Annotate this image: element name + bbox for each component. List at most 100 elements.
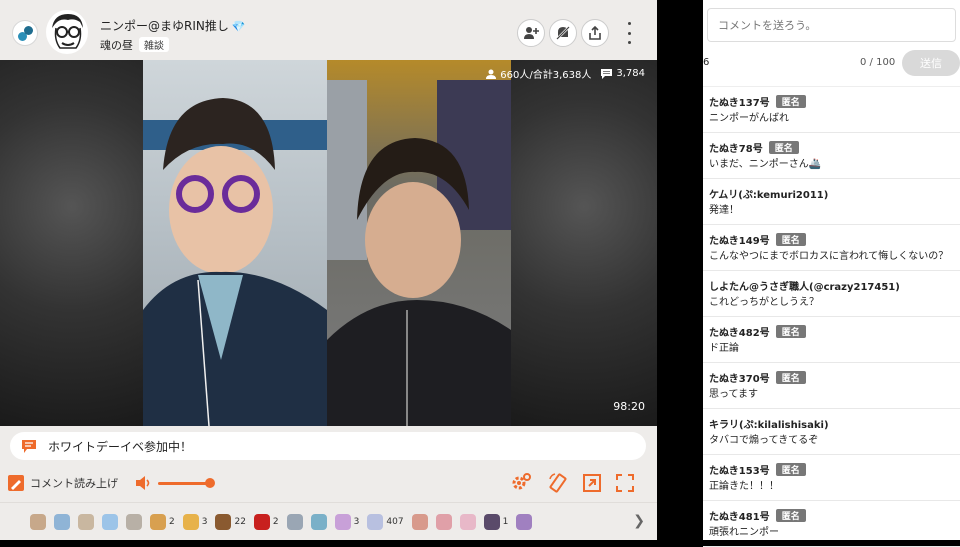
viewer-icon bbox=[486, 69, 497, 79]
rotate-screen-icon bbox=[549, 473, 567, 493]
gift-item[interactable] bbox=[310, 513, 327, 530]
comment-header: ケムリ(ぷ:kemuri2011) bbox=[709, 186, 954, 201]
side-number: 6 bbox=[703, 57, 710, 68]
comment-item[interactable]: キラリ(ぷ:kilalishisaki) タバコで煽ってきてるぞ bbox=[703, 409, 960, 455]
comment-header: しよたん@うさぎ職人(@crazy217451) bbox=[709, 278, 954, 293]
follow-button[interactable] bbox=[517, 19, 545, 47]
gift-item[interactable]: 3 bbox=[182, 513, 208, 530]
tts-toggle[interactable]: コメント読み上げ bbox=[8, 475, 118, 491]
settings-button[interactable] bbox=[511, 473, 531, 493]
volume-slider-handle[interactable] bbox=[205, 478, 215, 488]
comment-username[interactable]: たぬき149号 bbox=[709, 232, 770, 247]
event-info-bar[interactable]: ホワイトデーイベ参加中！ bbox=[10, 432, 646, 460]
comment-username[interactable]: たぬき481号 bbox=[709, 508, 770, 523]
rotate-button[interactable] bbox=[548, 473, 568, 493]
comment-item[interactable]: たぬき137号 匿名 ニンポーがんばれ bbox=[703, 87, 960, 133]
popout-button[interactable] bbox=[582, 473, 602, 493]
gift-item[interactable]: 407 bbox=[367, 513, 404, 530]
gift-item[interactable] bbox=[459, 513, 476, 530]
comment-username[interactable]: たぬき370号 bbox=[709, 370, 770, 385]
gift-icon bbox=[435, 513, 452, 530]
broadcast-title[interactable]: ニンポー@まゆRIN推し 💎 bbox=[100, 17, 246, 34]
gift-count: 1 bbox=[502, 516, 509, 527]
gift-count: 22 bbox=[234, 516, 246, 527]
gift-count: 2 bbox=[169, 516, 175, 527]
gift-item[interactable] bbox=[411, 513, 428, 530]
comment-icon bbox=[601, 68, 613, 79]
comment-item[interactable]: ケムリ(ぷ:kemuri2011) 発達！ bbox=[703, 179, 960, 225]
anonymous-badge: 匿名 bbox=[775, 325, 806, 338]
comment-text: これどっちがとしうえ？ bbox=[709, 297, 819, 308]
broadcast-title-text: ニンポー@まゆRIN推し bbox=[100, 19, 229, 33]
comment-username[interactable]: たぬき153号 bbox=[709, 462, 770, 477]
comment-username[interactable]: ケムリ(ぷ:kemuri2011) bbox=[709, 186, 828, 201]
comment-username[interactable]: しよたん@うさぎ職人(@crazy217451) bbox=[709, 278, 900, 293]
popout-icon bbox=[583, 474, 601, 492]
comment-username[interactable]: たぬき78号 bbox=[709, 140, 763, 155]
gift-icon bbox=[310, 513, 327, 530]
divider bbox=[657, 0, 703, 540]
gift-item[interactable] bbox=[102, 513, 118, 530]
viewer-count: 660人/合計3,638人 bbox=[486, 66, 591, 81]
fullscreen-icon bbox=[616, 474, 634, 492]
comment-item[interactable]: たぬき153号 匿名正論きた！！！ bbox=[703, 455, 960, 501]
fullscreen-button[interactable] bbox=[615, 473, 635, 493]
gift-item[interactable]: 1 bbox=[483, 513, 509, 530]
comment-header: たぬき153号 匿名 bbox=[709, 462, 954, 477]
broadcast-subtitle: 魂の昼 雑談 bbox=[100, 37, 169, 53]
gift-item[interactable]: 2 bbox=[253, 513, 279, 530]
gift-icon bbox=[411, 513, 428, 530]
comment-item[interactable]: たぬき149号 匿名 こんなやつにまでボロカスに言われて悔しくないの？ bbox=[703, 225, 960, 271]
comment-item[interactable]: たぬき482号 匿名 ド正論 bbox=[703, 317, 960, 363]
comment-input[interactable] bbox=[707, 8, 956, 42]
char-counter: 0 / 100 bbox=[860, 57, 896, 68]
gift-item[interactable]: 2 bbox=[150, 513, 175, 530]
gift-item[interactable] bbox=[78, 513, 94, 530]
subtitle-text: 魂の昼 bbox=[100, 39, 133, 52]
gift-item[interactable] bbox=[30, 513, 46, 530]
gift-count: 3 bbox=[201, 516, 208, 527]
comment-item[interactable]: しよたん@うさぎ職人(@crazy217451) これどっちがとしうえ？ bbox=[703, 271, 960, 317]
gift-next-arrow-icon[interactable]: ❯ bbox=[633, 513, 645, 529]
comment-list[interactable]: たぬき137号 匿名 ニンポーがんばれ たぬき78号 匿名 いまだ、ニンポーさん🚢 ケムリ(… bbox=[703, 86, 960, 547]
comment-item[interactable]: たぬき78号 匿名 いまだ、ニンポーさん🚢 bbox=[703, 133, 960, 179]
comment-item[interactable]: たぬき370号 匿名 思ってます bbox=[703, 363, 960, 409]
gift-icon bbox=[215, 513, 232, 530]
comment-text: 正論きた！！！ bbox=[709, 481, 779, 492]
gift-item[interactable] bbox=[126, 513, 142, 530]
send-button[interactable]: 送信 bbox=[902, 50, 960, 76]
comment-header: たぬき149号 匿名 bbox=[709, 232, 954, 247]
brand-logo-icon[interactable] bbox=[12, 20, 38, 46]
camera-feed-right bbox=[327, 60, 511, 426]
event-info-text: ホワイトデーイベ参加中！ bbox=[48, 439, 193, 454]
video-player[interactable]: 660人/合計3,638人 3,784 98:20 bbox=[0, 60, 657, 426]
gift-item[interactable] bbox=[435, 513, 452, 530]
comment-item[interactable]: たぬき481号 匿名頑張れニンポー bbox=[703, 501, 960, 547]
gift-item[interactable] bbox=[286, 513, 303, 530]
gift-item[interactable] bbox=[516, 513, 533, 530]
gift-item[interactable]: 3 bbox=[334, 513, 359, 530]
more-menu-icon[interactable] bbox=[624, 22, 634, 44]
volume-icon[interactable] bbox=[135, 475, 153, 491]
player-controls: コメント読み上げ bbox=[0, 466, 657, 500]
comment-header: たぬき481号 匿名 bbox=[709, 508, 954, 523]
anonymous-badge: 匿名 bbox=[775, 95, 806, 108]
broadcast-header: ニンポー@まゆRIN推し 💎 魂の昼 雑談 bbox=[0, 0, 657, 58]
comment-username[interactable]: キラリ(ぷ:kilalishisaki) bbox=[709, 416, 829, 431]
comment-count: 3,784 bbox=[601, 68, 645, 79]
category-tag[interactable]: 雑談 bbox=[139, 37, 169, 52]
comment-username[interactable]: たぬき482号 bbox=[709, 324, 770, 339]
mute-button[interactable] bbox=[549, 19, 577, 47]
comment-username[interactable]: たぬき137号 bbox=[709, 94, 770, 109]
anonymous-badge: 匿名 bbox=[768, 141, 799, 154]
broadcaster-avatar[interactable] bbox=[46, 10, 88, 54]
gift-item[interactable]: 22 bbox=[215, 513, 246, 530]
gift-icon bbox=[367, 513, 384, 530]
share-button[interactable] bbox=[581, 19, 609, 47]
volume-slider-track[interactable] bbox=[158, 482, 210, 485]
anonymous-badge: 匿名 bbox=[775, 233, 806, 246]
video-blur-left bbox=[0, 60, 143, 426]
comment-text: 発達！ bbox=[709, 205, 739, 216]
gift-item[interactable] bbox=[54, 513, 70, 530]
comment-text: 頑張れニンポー bbox=[709, 527, 779, 538]
